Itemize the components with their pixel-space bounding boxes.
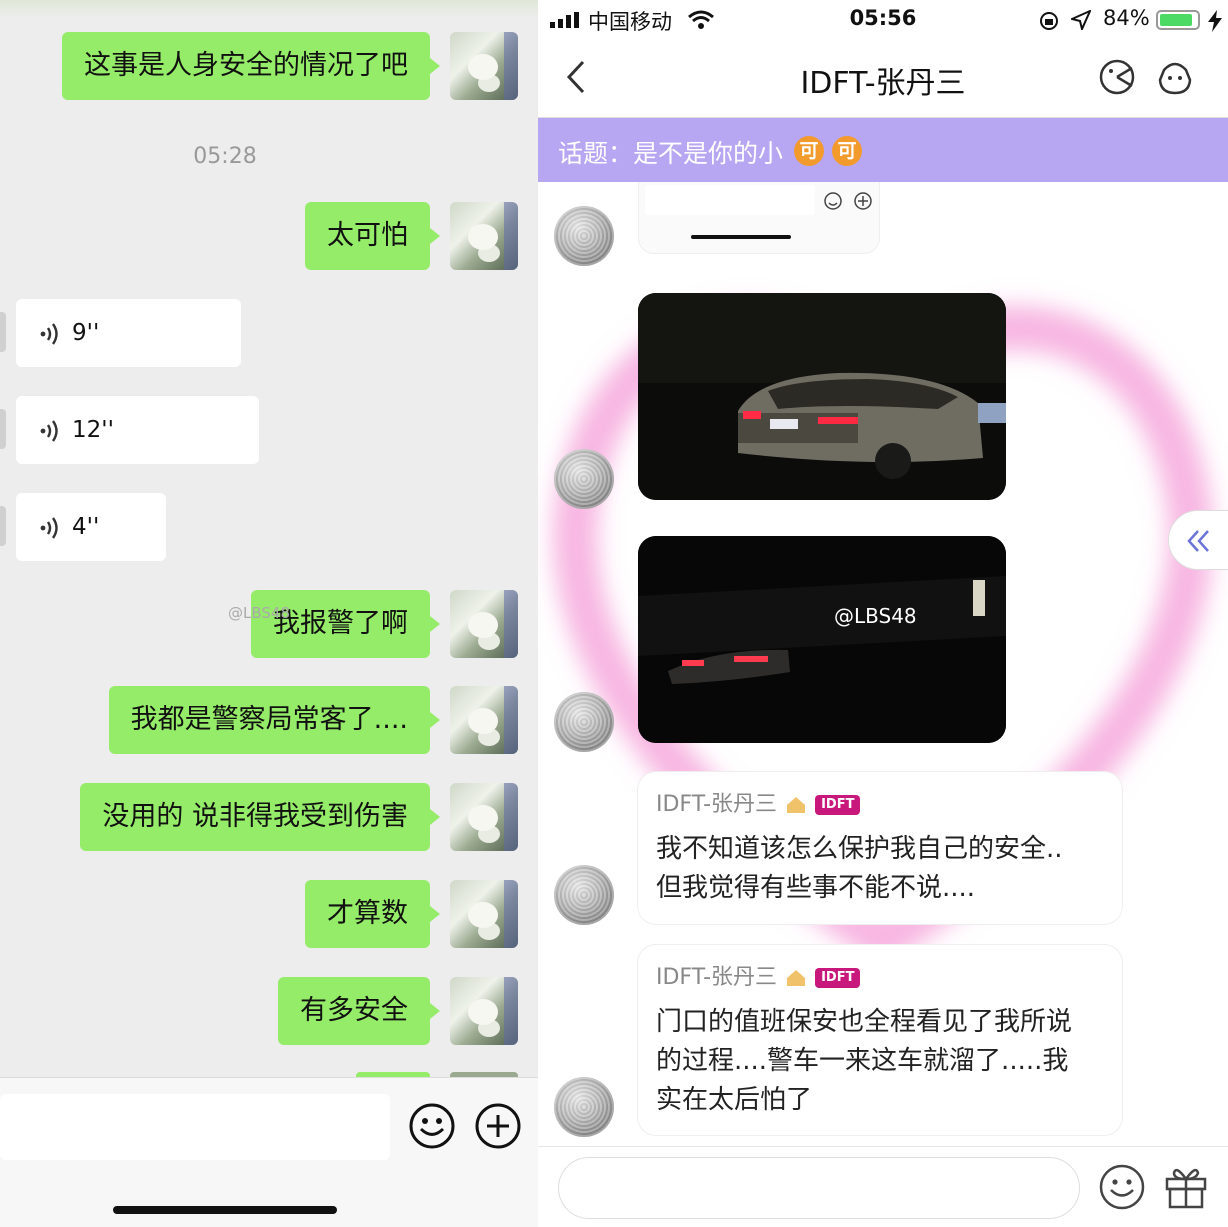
fragment-input xyxy=(645,185,815,215)
message-bubble[interactable]: 有多安全 xyxy=(278,977,440,1045)
avatar[interactable] xyxy=(450,686,518,754)
message-bubble[interactable]: 没用的 说非得我受到伤害 xyxy=(80,783,440,851)
message-card[interactable]: IDFT-张丹三 IDFT 我不知道该怎么保护我自己的安全.. 但我觉得有些事不能… xyxy=(638,772,1122,924)
voice-wave-icon xyxy=(40,397,72,465)
message-bubble[interactable]: 才算数 xyxy=(305,880,440,948)
photo-watermark: @LBS48 xyxy=(834,604,917,628)
member-badge: IDFT xyxy=(815,795,861,815)
battery-icon xyxy=(1156,10,1200,30)
top-fade xyxy=(0,0,538,18)
topic-banner[interactable]: 话题：是不是你的小 可 可 xyxy=(538,118,1228,182)
topic-tag: 可 xyxy=(794,136,824,166)
location-icon xyxy=(1071,10,1091,30)
chat-area: @LBS48 IDFT-张丹三 IDFT 我不知道该怎么保护我自己的安全.. 但我… xyxy=(538,182,1228,1146)
partner-avatar-edge xyxy=(0,312,6,352)
bottom-bar xyxy=(538,1146,1228,1227)
watermark: @LBS48 xyxy=(228,604,290,622)
group-chat-panel: 中国移动 05:56 84% IDFT-张丹三 话题：是不是你的小 可 可 @L… xyxy=(538,0,1228,1227)
profile-icon[interactable] xyxy=(1156,58,1194,96)
voice-message[interactable]: 9'' xyxy=(16,299,241,367)
message-bubble[interactable]: 我都是警察局常客了.... xyxy=(108,686,441,754)
message-input[interactable] xyxy=(558,1157,1080,1219)
photo-message[interactable] xyxy=(638,536,1006,743)
sender-name: IDFT-张丹三 xyxy=(656,965,778,990)
message-text: 门口的值班保安也全程看见了我所说 的过程....警车一来这车就溜了.....我 … xyxy=(656,1007,1073,1115)
double-chevron-left-icon xyxy=(1187,530,1209,552)
message-input[interactable] xyxy=(0,1094,390,1160)
home-indicator xyxy=(113,1206,337,1214)
photo-message[interactable] xyxy=(638,293,1006,500)
avatar[interactable] xyxy=(450,202,518,270)
avatar[interactable] xyxy=(450,977,518,1045)
voice-wave-icon xyxy=(40,300,72,368)
status-bar: 中国移动 05:56 84% xyxy=(538,0,1228,40)
voice-message[interactable]: 12'' xyxy=(16,396,259,464)
nav-bar: IDFT-张丹三 xyxy=(538,40,1228,118)
message-card[interactable]: IDFT-张丹三 IDFT 门口的值班保安也全程看见了我所说 的过程....警车一… xyxy=(638,945,1122,1135)
screenshot-page: 这事是人身安全的情况了吧 05:28 太可怕 9'' 12'' 4'' 我报警了… xyxy=(0,0,1228,1227)
charging-icon xyxy=(1208,10,1222,32)
avatar[interactable] xyxy=(450,590,518,658)
message-bubble[interactable]: 我报警了啊 xyxy=(251,590,440,658)
sender-row: IDFT-张丹三 IDFT xyxy=(656,790,1104,820)
avatar[interactable] xyxy=(554,449,614,509)
car-photo xyxy=(638,536,1006,743)
voice-duration: 12'' xyxy=(72,417,114,443)
topic-label: 话题：是不是你的小 xyxy=(558,139,784,168)
voice-duration: 9'' xyxy=(72,320,100,346)
car-photo xyxy=(638,293,1006,500)
timestamp: 05:28 xyxy=(193,144,257,169)
partner-avatar-edge xyxy=(0,506,6,546)
wechat-chat-panel: 这事是人身安全的情况了吧 05:28 太可怕 9'' 12'' 4'' 我报警了… xyxy=(0,0,538,1227)
message-bubble[interactable]: 太可怕 xyxy=(305,202,440,270)
plus-icon[interactable] xyxy=(474,1102,522,1150)
emoji-icon[interactable] xyxy=(1098,1163,1146,1211)
battery-percent: 84% xyxy=(1103,6,1150,30)
emoji-icon xyxy=(824,192,842,210)
message-text: 我不知道该怎么保护我自己的安全.. 但我觉得有些事不能不说.... xyxy=(656,834,1063,903)
game-icon[interactable] xyxy=(1098,58,1136,96)
voice-duration: 4'' xyxy=(72,514,100,540)
avatar[interactable] xyxy=(554,692,614,752)
gift-icon[interactable] xyxy=(1164,1163,1208,1209)
sender-row: IDFT-张丹三 IDFT xyxy=(656,963,1104,993)
screenshot-fragment xyxy=(638,182,880,254)
home-indicator xyxy=(691,235,791,239)
house-icon xyxy=(787,797,806,813)
orientation-lock-icon xyxy=(1040,12,1058,30)
voice-message[interactable]: 4'' xyxy=(16,493,166,561)
avatar[interactable] xyxy=(450,880,518,948)
avatar[interactable] xyxy=(554,1077,614,1137)
collapse-button[interactable] xyxy=(1168,510,1228,570)
topic-tag: 可 xyxy=(832,136,862,166)
partner-avatar-edge xyxy=(0,409,6,449)
sender-name: IDFT-张丹三 xyxy=(656,792,778,817)
member-badge: IDFT xyxy=(815,968,861,988)
message-bubble[interactable]: 这事是人身安全的情况了吧 xyxy=(62,32,440,100)
avatar[interactable] xyxy=(450,783,518,851)
input-bar xyxy=(0,1077,538,1227)
avatar[interactable] xyxy=(554,206,614,266)
house-icon xyxy=(787,970,806,986)
avatar[interactable] xyxy=(554,865,614,925)
emoji-icon[interactable] xyxy=(408,1102,456,1150)
voice-wave-icon xyxy=(40,494,72,562)
avatar[interactable] xyxy=(450,32,518,100)
plus-icon xyxy=(854,192,872,210)
